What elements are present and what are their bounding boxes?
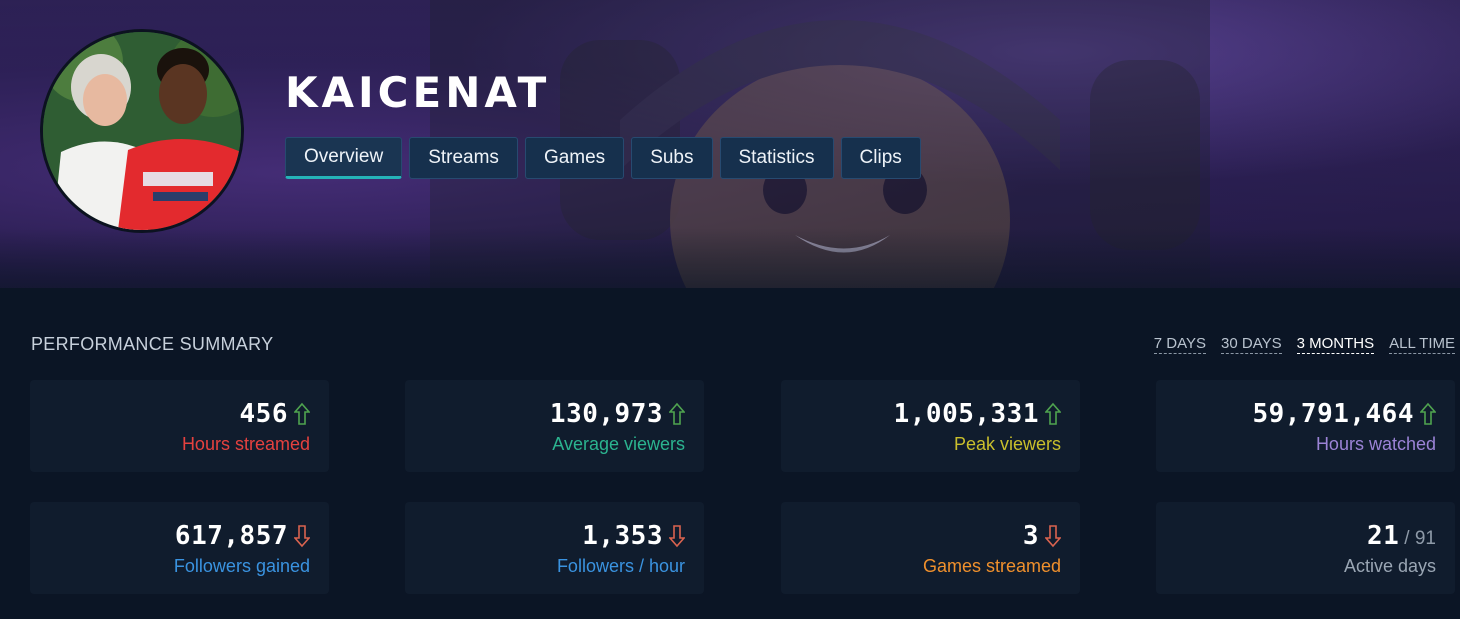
channel-banner: KAICENAT Overview Streams Games Subs Sta… bbox=[0, 0, 1460, 288]
stat-value: 1,005,331 bbox=[893, 399, 1039, 429]
stat-card-average-viewers: 130,973 Average viewers bbox=[405, 380, 704, 472]
performance-summary-title: PERFORMANCE SUMMARY bbox=[31, 334, 274, 354]
stat-card-active-days: 21 / 91 Active days bbox=[1156, 502, 1455, 594]
tab-streams[interactable]: Streams bbox=[409, 137, 518, 179]
range-3-months[interactable]: 3 MONTHS bbox=[1296, 335, 1375, 354]
trend-up-icon bbox=[669, 402, 685, 426]
stat-value: 3 bbox=[1022, 521, 1039, 551]
trend-up-icon bbox=[1420, 402, 1436, 426]
stat-card-hours-watched: 59,791,464 Hours watched bbox=[1156, 380, 1455, 472]
range-30-days[interactable]: 30 DAYS bbox=[1221, 335, 1282, 354]
avatar-photo bbox=[43, 32, 241, 230]
stat-value: 59,791,464 bbox=[1252, 399, 1414, 429]
stat-label: Active days bbox=[1343, 556, 1436, 576]
trend-up-icon bbox=[294, 402, 310, 426]
stat-card-peak-viewers: 1,005,331 Peak viewers bbox=[781, 380, 1080, 472]
stat-label: Games streamed bbox=[922, 556, 1061, 576]
range-all-time[interactable]: ALL TIME bbox=[1389, 335, 1455, 354]
stat-value: 456 bbox=[239, 399, 288, 429]
trend-down-icon bbox=[669, 524, 685, 548]
channel-name: KAICENAT bbox=[285, 68, 551, 117]
tab-statistics[interactable]: Statistics bbox=[719, 137, 834, 179]
stat-value: 617,857 bbox=[174, 521, 288, 551]
channel-avatar[interactable] bbox=[40, 29, 244, 233]
stat-label: Hours watched bbox=[1315, 434, 1436, 454]
tab-clips[interactable]: Clips bbox=[840, 137, 921, 179]
range-7-days[interactable]: 7 DAYS bbox=[1153, 335, 1207, 354]
trend-up-icon bbox=[1045, 402, 1061, 426]
stat-value: 21 bbox=[1366, 521, 1400, 551]
stat-label: Hours streamed bbox=[181, 434, 310, 454]
channel-tabs: Overview Streams Games Subs Statistics C… bbox=[285, 137, 921, 179]
stat-label: Average viewers bbox=[552, 434, 685, 454]
stat-suffix: / 91 bbox=[1404, 527, 1436, 549]
stat-label: Peak viewers bbox=[953, 434, 1061, 454]
stat-value: 130,973 bbox=[549, 399, 663, 429]
tab-subs[interactable]: Subs bbox=[631, 137, 713, 179]
stat-card-followers-gained: 617,857 Followers gained bbox=[30, 502, 329, 594]
trend-down-icon bbox=[1045, 524, 1061, 548]
stat-card-hours-streamed: 456 Hours streamed bbox=[30, 380, 329, 472]
stat-card-games-streamed: 3 Games streamed bbox=[781, 502, 1080, 594]
tab-overview[interactable]: Overview bbox=[285, 137, 403, 179]
stat-value: 1,353 bbox=[582, 521, 663, 551]
tab-games[interactable]: Games bbox=[524, 137, 625, 179]
stat-label: Followers / hour bbox=[556, 556, 685, 576]
trend-down-icon bbox=[294, 524, 310, 548]
stat-label: Followers gained bbox=[173, 556, 310, 576]
stat-card-followers-per-hour: 1,353 Followers / hour bbox=[405, 502, 704, 594]
time-range-selector: 7 DAYS 30 DAYS 3 MONTHS ALL TIME bbox=[1153, 335, 1455, 354]
